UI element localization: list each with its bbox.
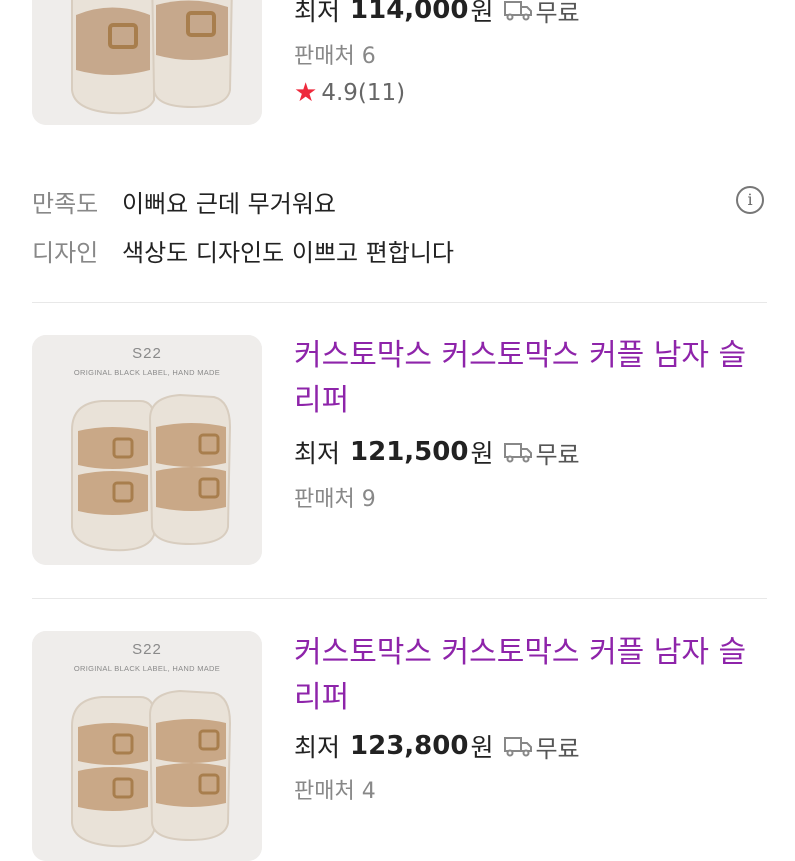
info-icon[interactable]: i: [736, 186, 764, 214]
divider: [32, 598, 767, 599]
divider: [32, 302, 767, 303]
image-label: ORIGINAL BLACK LABEL, HAND MADE: [73, 664, 221, 673]
rating-value: 4.9: [321, 80, 358, 106]
price-unit: 원: [470, 0, 494, 26]
design-text: 색상도 디자인도 이쁘고 편합니다: [122, 239, 455, 267]
image-code: S22: [132, 345, 162, 362]
satisfaction-label: 만족도: [32, 190, 99, 218]
satisfaction-text: 이뻐요 근데 무거워요: [122, 190, 336, 218]
price-row: 최저 114,000 원 무료: [294, 0, 580, 28]
product-title[interactable]: 커스토막스 커스토막스 커플 남자 슬리퍼: [294, 333, 764, 423]
truck-icon: [503, 441, 533, 463]
seller-count[interactable]: 판매처 9: [294, 481, 376, 513]
image-code: S22: [132, 641, 162, 658]
price-value: 123,800: [350, 731, 469, 761]
shipping-text: 무료: [535, 0, 580, 27]
price-row: 최저 123,800 원 무료: [294, 728, 580, 764]
truck-icon: [503, 735, 533, 757]
truck-icon: [503, 0, 533, 21]
image-label: ORIGINAL BLACK LABEL, HAND MADE: [73, 368, 221, 377]
price-label: 최저: [294, 0, 341, 26]
price-unit: 원: [470, 439, 494, 468]
product-image[interactable]: [32, 0, 262, 125]
rating[interactable]: ★ 4.9 (11): [294, 78, 405, 108]
review-design: 디자인 색상도 디자인도 이쁘고 편합니다: [32, 233, 454, 268]
price-label: 최저: [294, 733, 341, 762]
shipping-text: 무료: [535, 440, 580, 469]
price-label: 최저: [294, 439, 341, 468]
seller-count[interactable]: 판매처 6: [294, 38, 376, 70]
price-value: 114,000: [350, 0, 469, 25]
review-count: (11): [357, 80, 406, 106]
shipping-text: 무료: [535, 734, 580, 763]
product-image[interactable]: S22 ORIGINAL BLACK LABEL, HAND MADE: [32, 631, 262, 861]
design-label: 디자인: [32, 239, 99, 267]
price-unit: 원: [470, 733, 494, 762]
product-title[interactable]: 커스토막스 커스토막스 커플 남자 슬리퍼: [294, 630, 764, 720]
price-value: 121,500: [350, 437, 469, 467]
product-image[interactable]: S22 ORIGINAL BLACK LABEL, HAND MADE: [32, 335, 262, 565]
star-icon: ★: [294, 78, 318, 108]
sandal-image: [32, 0, 262, 125]
review-satisfaction: 만족도 이뻐요 근데 무거워요: [32, 184, 336, 219]
price-row: 최저 121,500 원 무료: [294, 434, 580, 470]
seller-count[interactable]: 판매처 4: [294, 773, 376, 805]
